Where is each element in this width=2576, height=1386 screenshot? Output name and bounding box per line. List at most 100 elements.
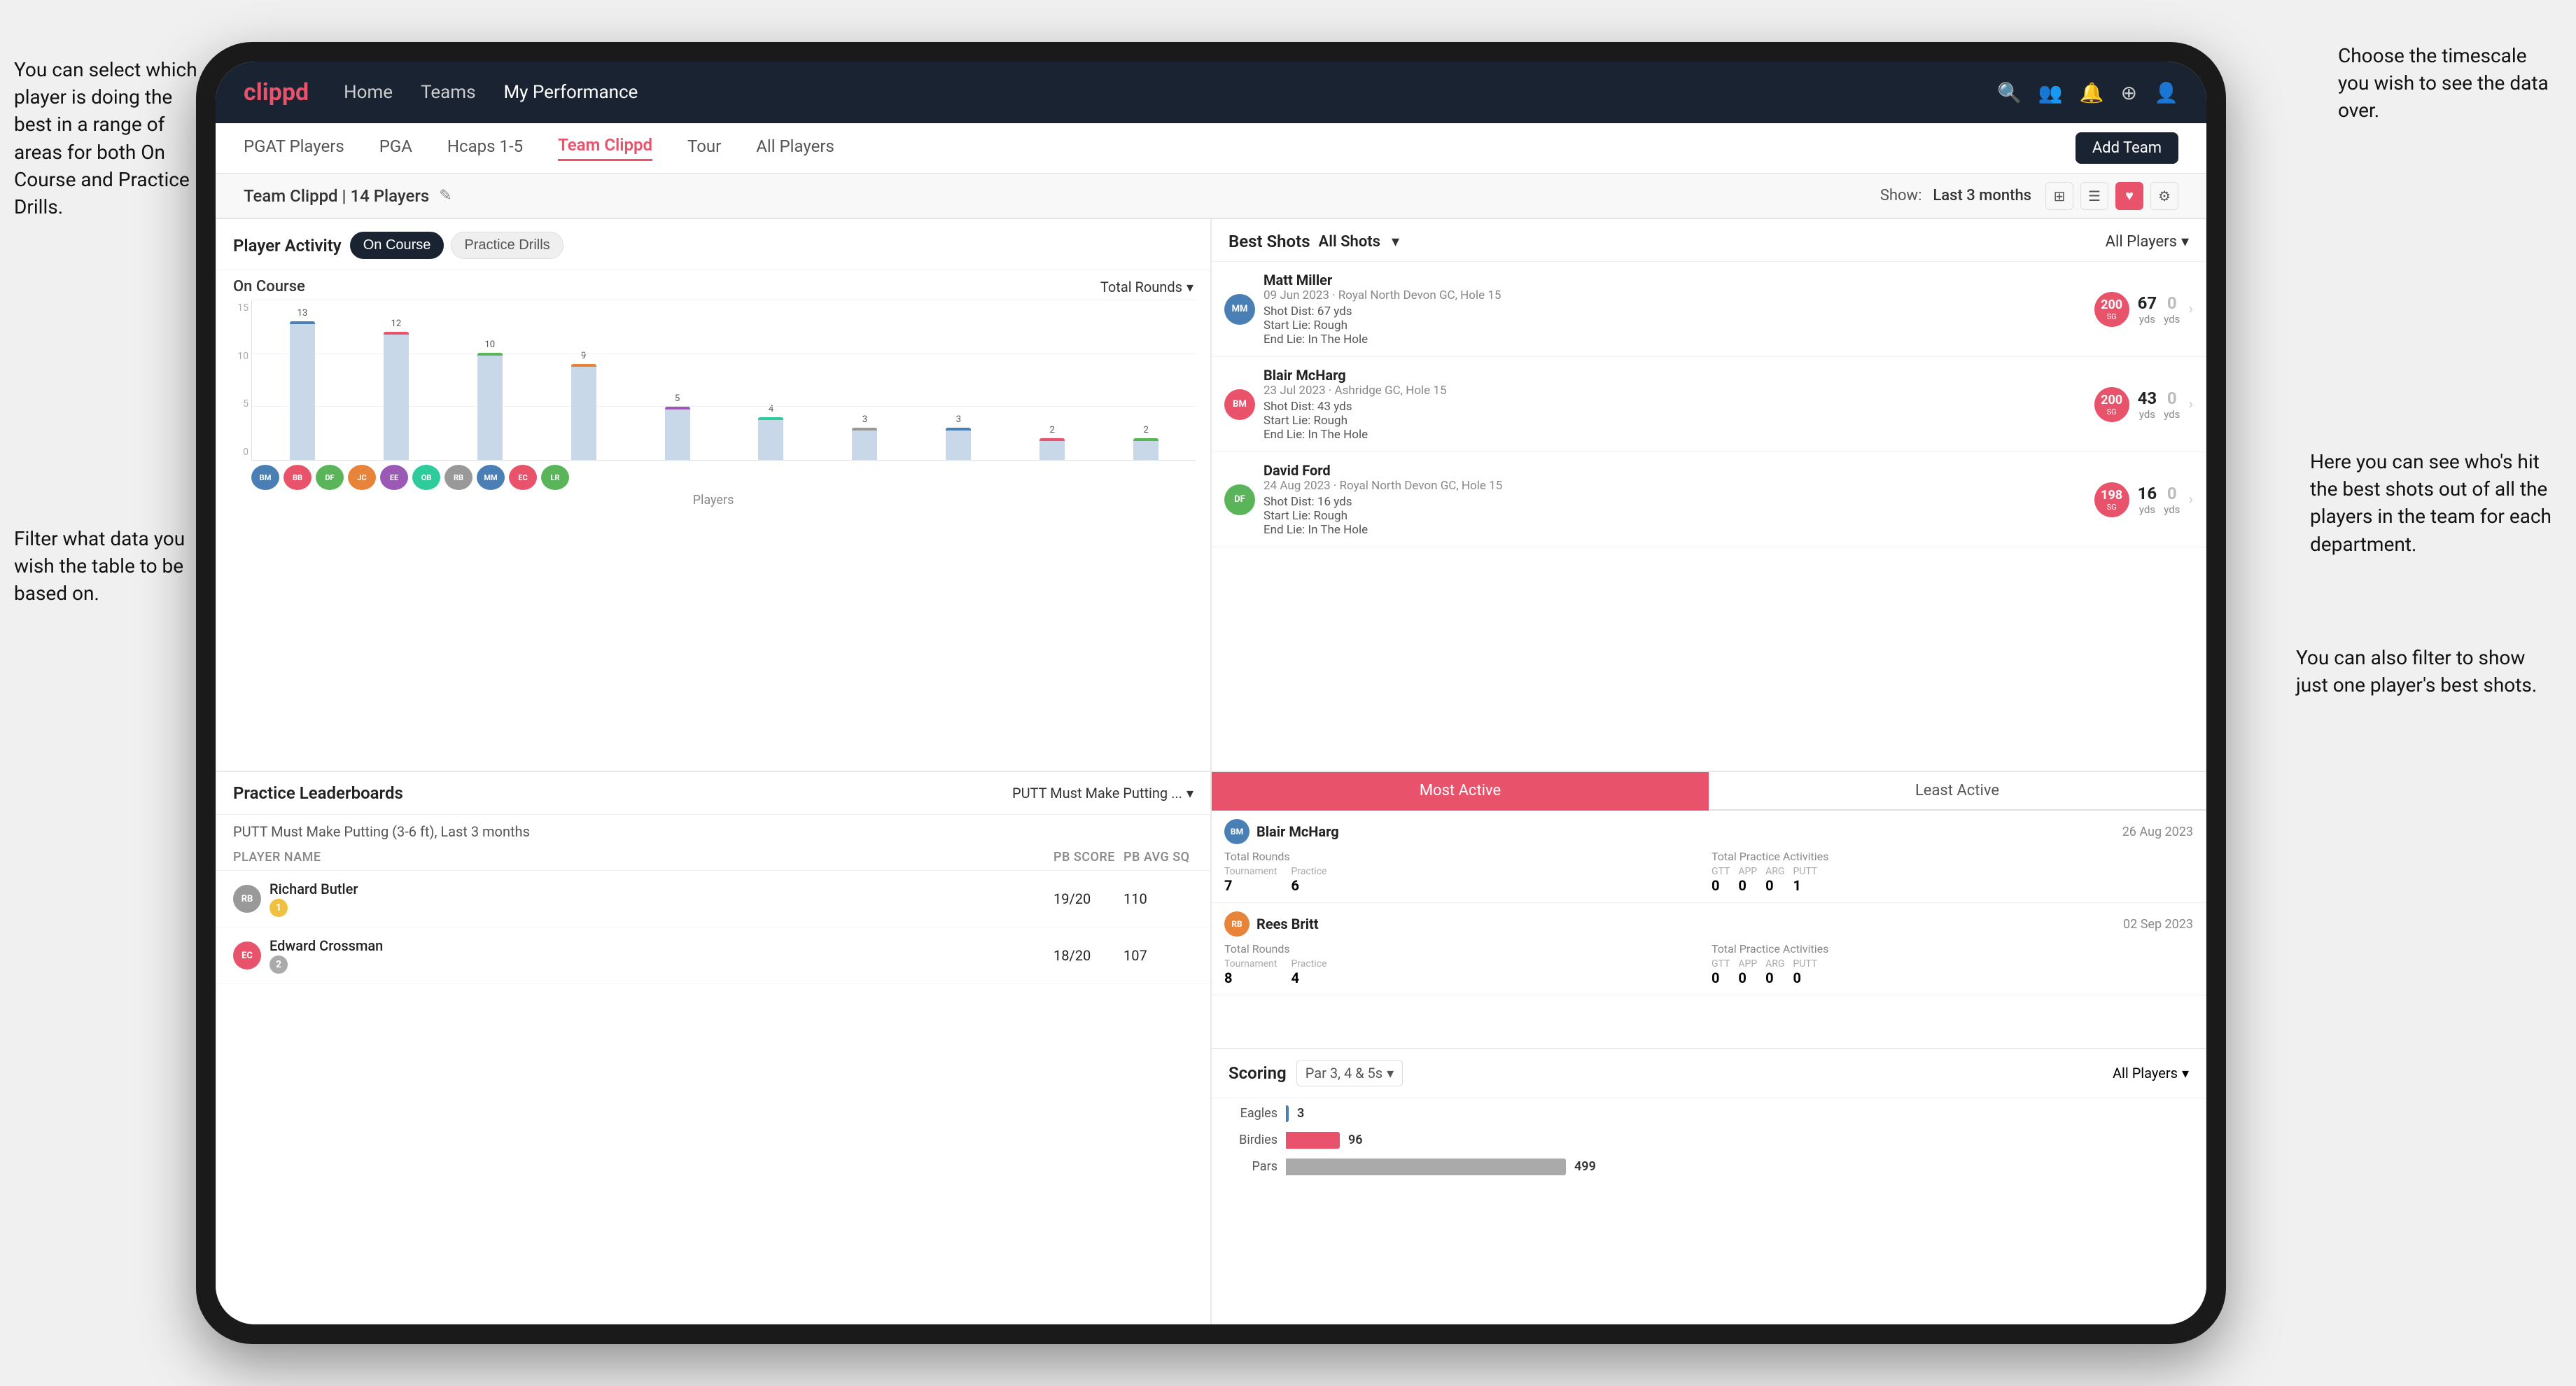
- tab-tour[interactable]: Tour: [687, 136, 721, 160]
- nav-my-performance[interactable]: My Performance: [503, 82, 638, 103]
- tab-practice-drills[interactable]: Practice Drills: [451, 232, 563, 259]
- view-grid[interactable]: ☰: [2080, 182, 2108, 210]
- lb-player-info: EC Edward Crossman 2: [233, 937, 1054, 974]
- bar-group: 3: [913, 300, 1003, 460]
- shot-player-meta: 23 Jul 2023 · Ashridge GC, Hole 15: [1264, 384, 2086, 398]
- tab-hcaps[interactable]: Hcaps 1-5: [447, 136, 523, 160]
- all-players-dropdown[interactable]: All Players ▾: [2106, 233, 2189, 251]
- search-icon[interactable]: 🔍: [1997, 81, 2022, 104]
- y-label-10: 10: [230, 351, 248, 362]
- shot-badge-sub: SG: [2107, 503, 2117, 512]
- shot-player-meta: 09 Jun 2023 · Royal North Devon GC, Hole…: [1264, 288, 2086, 302]
- scoring-bars: Eagles 3 Birdies 96 Pars 499: [1212, 1098, 2206, 1192]
- tab-all-players[interactable]: All Players: [756, 136, 834, 160]
- bar: [852, 428, 877, 460]
- scoring-bar-row: Birdies 96: [1228, 1132, 2189, 1149]
- player-avatar: EC: [509, 465, 537, 490]
- activity-sub-header: On Course Total Rounds ▾: [216, 270, 1210, 300]
- view-grid4[interactable]: ⊞: [2045, 182, 2073, 210]
- app-stat: APP 0: [1738, 958, 1757, 986]
- scoring-bar-row: Pars 499: [1228, 1158, 2189, 1175]
- tab-most-active[interactable]: Most Active: [1212, 772, 1709, 811]
- tab-pgat-players[interactable]: PGAT Players: [244, 136, 344, 160]
- metric-label2: yds: [2164, 313, 2180, 326]
- shot-card[interactable]: BM Blair McHarg 23 Jul 2023 · Ashridge G…: [1212, 357, 2206, 452]
- shot-details: Shot Dist: 16 ydsStart Lie: RoughEnd Lie…: [1264, 495, 2086, 537]
- bar: [1133, 438, 1158, 460]
- shot-player-avatar: DF: [1224, 484, 1255, 515]
- metric-val2: 0: [2167, 484, 2177, 503]
- metric-val2: 0: [2167, 388, 2177, 408]
- chevron-down-icon: ▾: [1186, 279, 1194, 295]
- practice-activities-values: GTT 0 APP 0 ARG 0 PUTT 0: [1712, 958, 2193, 986]
- add-team-button[interactable]: Add Team: [2076, 132, 2178, 164]
- bar-top: [758, 417, 783, 420]
- active-cards: BM Blair McHarg 26 Aug 2023 Total Rounds…: [1212, 811, 2206, 995]
- tab-team-clippd[interactable]: Team Clippd: [558, 135, 652, 161]
- right-bottom-panel: Most Active Least Active BM Blair McHarg…: [1211, 771, 2206, 1324]
- lb-avg: 107: [1124, 947, 1194, 964]
- lb-player-info: RB Richard Butler 1: [233, 881, 1054, 917]
- col-pb-score: PB SCORE: [1054, 850, 1124, 864]
- lb-avg: 110: [1124, 890, 1194, 907]
- bar-group: 2: [1007, 300, 1097, 460]
- active-stats: Total Rounds Tournament 7 Practice 6 Tot…: [1224, 850, 2193, 894]
- par-dropdown[interactable]: Par 3, 4 & 5s ▾: [1296, 1060, 1403, 1086]
- active-stats: Total Rounds Tournament 8 Practice 4 Tot…: [1224, 942, 2193, 986]
- rounds-label: Total Rounds: [1224, 850, 1706, 863]
- tab-on-course[interactable]: On Course: [350, 232, 444, 259]
- lb-avatar: RB: [233, 885, 261, 913]
- shots-tab-all[interactable]: All Shots: [1319, 233, 1380, 251]
- shot-player-info: David Ford 24 Aug 2023 · Royal North Dev…: [1264, 462, 2086, 537]
- tablet-screen: clippd Home Teams My Performance 🔍 👥 🔔 ⊕…: [216, 62, 2206, 1324]
- bar-top: [384, 332, 409, 335]
- metric-zero: 0 yds: [2164, 484, 2180, 516]
- user-circle-icon[interactable]: 👤: [2154, 81, 2178, 104]
- active-name-row: BM Blair McHarg: [1224, 819, 1339, 844]
- view-sliders[interactable]: ⚙: [2150, 182, 2178, 210]
- scoring-players-dropdown[interactable]: All Players ▾: [2113, 1065, 2189, 1082]
- rounds-section: Total Rounds Tournament 8 Practice 4: [1224, 942, 1706, 986]
- shot-card[interactable]: MM Matt Miller 09 Jun 2023 · Royal North…: [1212, 262, 2206, 357]
- arg-value: 0: [1765, 877, 1784, 894]
- shots-dropdown[interactable]: ▾: [1392, 233, 1399, 251]
- player-activity-panel: Player Activity On Course Practice Drill…: [216, 218, 1211, 771]
- rank-badge: 2: [270, 955, 288, 974]
- active-name-row: RB Rees Britt: [1224, 911, 1319, 937]
- lb-name: Richard Butler: [270, 881, 358, 897]
- gtt-value: 0: [1712, 877, 1730, 894]
- shot-card[interactable]: DF David Ford 24 Aug 2023 · Royal North …: [1212, 452, 2206, 547]
- arg-label: ARG: [1765, 866, 1784, 877]
- app-stat: APP 0: [1738, 866, 1757, 894]
- bar-value-label: 12: [391, 318, 402, 329]
- bar-top: [665, 407, 690, 410]
- lb-name: Edward Crossman: [270, 937, 383, 954]
- total-rounds-label: Total Rounds: [1100, 279, 1182, 295]
- bar-group: 10: [445, 300, 535, 460]
- edit-icon[interactable]: ✎: [439, 187, 451, 204]
- scoring-bar-value: 3: [1297, 1106, 1304, 1121]
- bar-top: [852, 428, 877, 430]
- bell-icon[interactable]: 🔔: [2080, 81, 2104, 104]
- player-avatars-row: BMBBDFJCEEOBRBMMECLR: [230, 461, 1196, 490]
- bar-top: [290, 321, 315, 324]
- users-icon[interactable]: 👥: [2038, 81, 2063, 104]
- all-players-label: All Players: [2106, 233, 2177, 251]
- plus-circle-icon[interactable]: ⊕: [2121, 81, 2137, 104]
- tab-pga[interactable]: PGA: [379, 136, 412, 160]
- annotation-mid-right: Here you can see who's hit the best shot…: [2310, 448, 2562, 558]
- total-rounds-select[interactable]: Total Rounds ▾: [1100, 279, 1194, 295]
- activity-tabs: On Course Practice Drills: [350, 232, 564, 259]
- best-shots-title: Best Shots: [1228, 232, 1310, 251]
- leaderboard-filter[interactable]: PUTT Must Make Putting ... ▾: [1012, 785, 1194, 802]
- col-player-name: PLAYER NAME: [233, 850, 1054, 864]
- tournament-label: Tournament: [1224, 958, 1277, 969]
- arg-stat: ARG 0: [1765, 958, 1784, 986]
- time-select[interactable]: Last 3 months: [1933, 187, 2031, 204]
- tab-least-active[interactable]: Least Active: [1709, 772, 2206, 811]
- gtt-label: GTT: [1712, 958, 1730, 969]
- nav-teams[interactable]: Teams: [421, 82, 475, 103]
- shot-metrics: 67 yds 0 yds: [2138, 293, 2180, 326]
- view-heart[interactable]: ♥: [2115, 182, 2143, 210]
- nav-home[interactable]: Home: [344, 82, 393, 103]
